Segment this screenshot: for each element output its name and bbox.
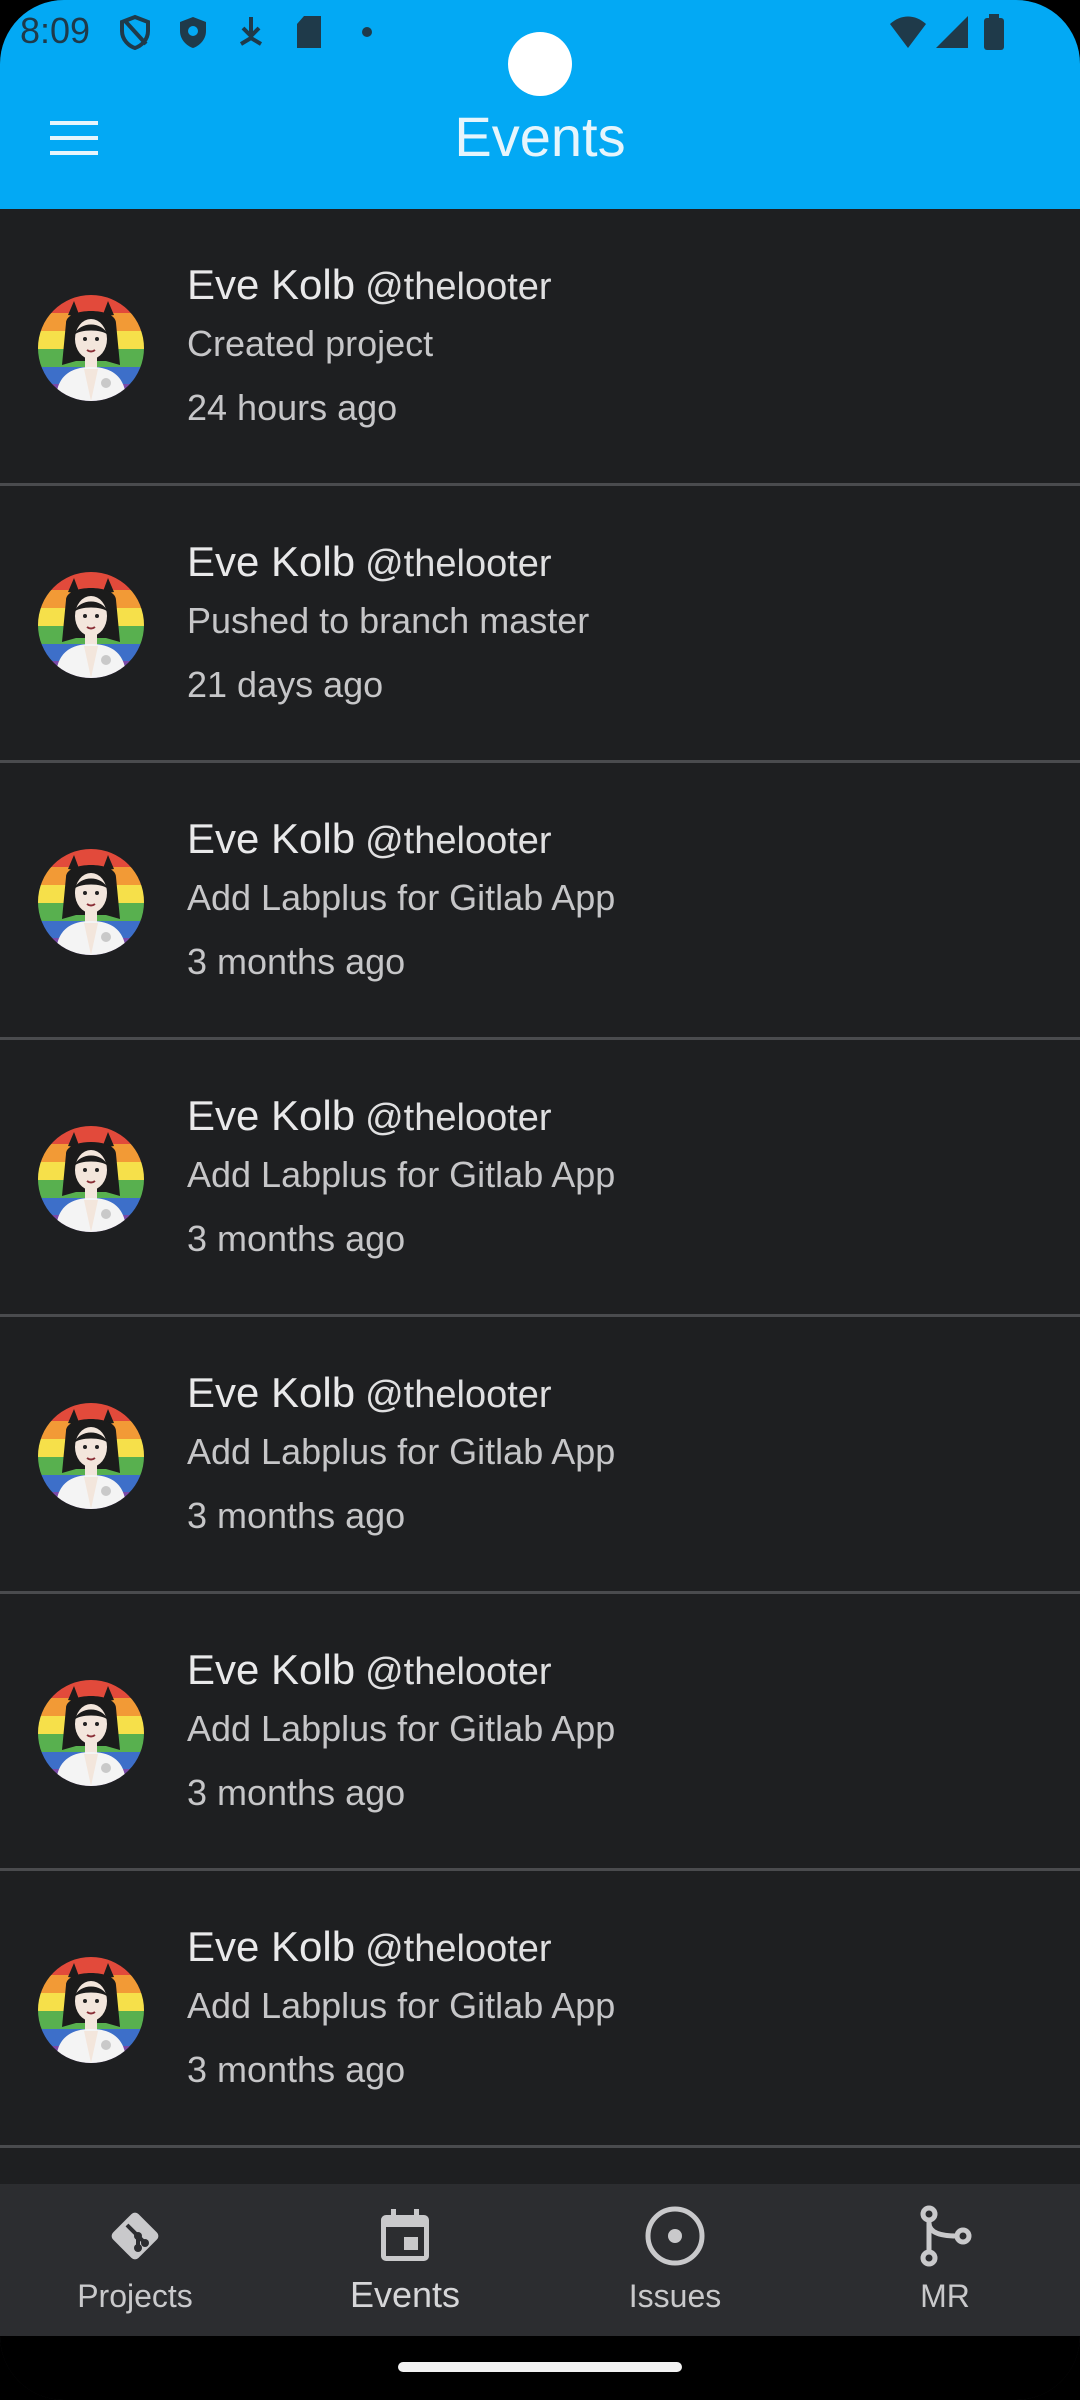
shield-icon [180, 17, 206, 48]
avatar[interactable] [38, 295, 144, 401]
event-time: 21 days ago [187, 664, 384, 705]
download-icon [239, 17, 263, 46]
tab-mr[interactable]: MR [810, 2184, 1080, 2336]
author-handle: @thelooter [365, 820, 552, 862]
event-action: Pushed to branch master [187, 600, 590, 641]
author-line: Eve Kolb @thelooter [187, 1092, 552, 1140]
author-name: Eve Kolb [187, 1646, 356, 1693]
battery-icon [984, 14, 1004, 50]
tab-label: Events [349, 2274, 461, 2315]
git-icon [111, 2212, 159, 2260]
event-list: Eve Kolb @thelooter Created project 24 ho… [0, 209, 1080, 2148]
avatar-image [38, 295, 144, 401]
author-line: Eve Kolb @thelooter [187, 261, 552, 309]
event-list-item[interactable]: Eve Kolb @thelooter Add Labplus for Gitla… [0, 1317, 1080, 1594]
event-action: Created project [187, 323, 434, 364]
cell-signal-icon [936, 16, 968, 48]
app-bar: 8:09 Events [0, 0, 1080, 209]
event-action: Add Labplus for Gitlab App [187, 1431, 616, 1472]
avatar[interactable] [38, 1403, 144, 1509]
author-handle: @thelooter [365, 1928, 552, 1970]
author-name: Eve Kolb [187, 815, 356, 862]
avatar-image [38, 1957, 144, 2063]
event-list-item[interactable]: Eve Kolb @thelooter Add Labplus for Gitla… [0, 763, 1080, 1040]
page-title: Events [454, 105, 626, 168]
author-line: Eve Kolb @thelooter [187, 1923, 552, 1971]
tab-label: Projects [77, 2278, 193, 2314]
event-time: 3 months ago [187, 1218, 406, 1259]
tab-projects[interactable]: Projects [0, 2184, 270, 2336]
merge-request-icon [920, 2205, 972, 2267]
event-time: 24 hours ago [187, 387, 398, 428]
event-time: 3 months ago [187, 941, 406, 982]
event-list-item[interactable]: Eve Kolb @thelooter Add Labplus for Gitla… [0, 1594, 1080, 1871]
author-handle: @thelooter [365, 1374, 552, 1416]
avatar[interactable] [38, 1126, 144, 1232]
notification-dot-icon [362, 27, 372, 37]
author-name: Eve Kolb [187, 261, 356, 308]
tab-label: Issues [628, 2278, 722, 2314]
event-list-item[interactable]: Eve Kolb @thelooter Add Labplus for Gitla… [0, 1040, 1080, 1317]
event-time: 3 months ago [187, 1495, 406, 1536]
tab-issues[interactable]: Issues [540, 2184, 810, 2336]
author-handle: @thelooter [365, 1651, 552, 1693]
author-handle: @thelooter [365, 1097, 552, 1139]
sd-card-icon [297, 16, 321, 48]
avatar[interactable] [38, 572, 144, 678]
phone-screen: 8:09 Events Eve Kolb @thelooter Created … [0, 0, 1080, 2400]
avatar-image [38, 849, 144, 955]
author-name: Eve Kolb [187, 1923, 356, 1970]
event-action: Add Labplus for Gitlab App [187, 1985, 616, 2026]
avatar-image [38, 1680, 144, 1786]
home-gesture-pill[interactable] [398, 2362, 682, 2372]
avatar-image [38, 572, 144, 678]
author-name: Eve Kolb [187, 538, 356, 585]
author-line: Eve Kolb @thelooter [187, 538, 552, 586]
issue-circle-icon [645, 2206, 705, 2266]
event-list-item[interactable]: Eve Kolb @thelooter Created project 24 ho… [0, 209, 1080, 486]
shield-outline-icon [120, 14, 150, 50]
wifi-icon [890, 16, 926, 48]
avatar[interactable] [38, 1680, 144, 1786]
author-handle: @thelooter [365, 543, 552, 585]
bottom-navigation: Projects Events Issues MR [0, 2184, 1080, 2336]
author-line: Eve Kolb @thelooter [187, 1369, 552, 1417]
avatar[interactable] [38, 849, 144, 955]
event-list-item[interactable]: Eve Kolb @thelooter Add Labplus for Gitla… [0, 1871, 1080, 2148]
event-action: Add Labplus for Gitlab App [187, 1708, 616, 1749]
author-line: Eve Kolb @thelooter [187, 815, 552, 863]
tab-events[interactable]: Events [270, 2184, 540, 2336]
camera-cutout [508, 32, 572, 96]
event-action: Add Labplus for Gitlab App [187, 1154, 616, 1195]
avatar[interactable] [38, 1957, 144, 2063]
event-list-item[interactable]: Eve Kolb @thelooter Pushed to branch mast… [0, 486, 1080, 763]
event-time: 3 months ago [187, 1772, 406, 1813]
status-clock: 8:09 [20, 10, 91, 51]
event-action: Add Labplus for Gitlab App [187, 877, 616, 918]
author-line: Eve Kolb @thelooter [187, 1646, 552, 1694]
avatar-image [38, 1126, 144, 1232]
author-name: Eve Kolb [187, 1369, 356, 1416]
author-name: Eve Kolb [187, 1092, 356, 1139]
calendar-icon [381, 2209, 429, 2261]
author-handle: @thelooter [365, 266, 552, 308]
tab-label: MR [920, 2278, 970, 2314]
event-time: 3 months ago [187, 2049, 406, 2090]
avatar-image [38, 1403, 144, 1509]
